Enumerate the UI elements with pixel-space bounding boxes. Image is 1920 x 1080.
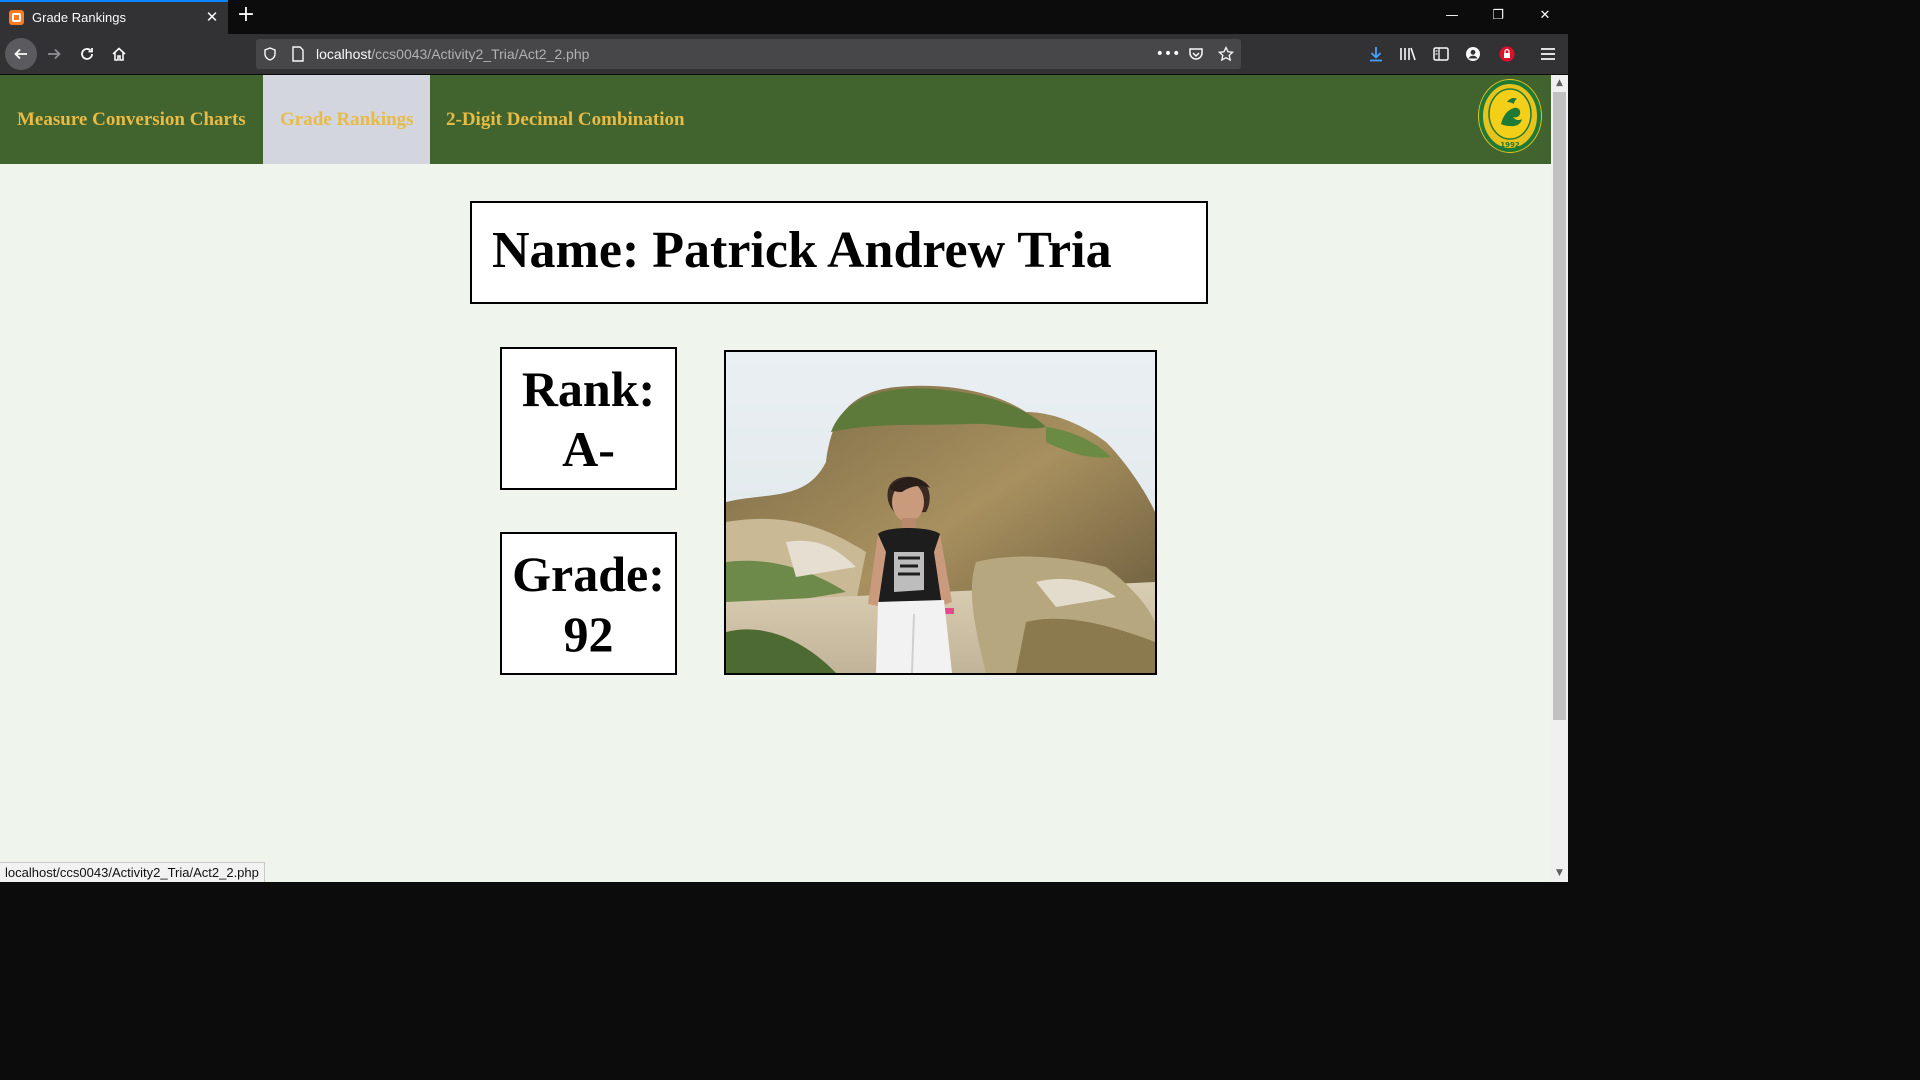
grade-card: Grade: 92 — [500, 532, 677, 675]
scroll-down-arrow-icon[interactable]: ▼ — [1551, 865, 1568, 882]
browser-toolbar: localhost/ccs0043/Activity2_Tria/Act2_2.… — [0, 34, 1568, 75]
rank-card: Rank: A- — [500, 347, 677, 490]
vertical-scrollbar[interactable]: ▲ ▼ — [1551, 75, 1568, 882]
window-close-button[interactable]: ✕ — [1535, 6, 1555, 26]
name-card: Name: Patrick Andrew Tria — [470, 201, 1208, 304]
link-status-bar: localhost/ccs0043/Activity2_Tria/Act2_2.… — [0, 862, 265, 882]
browser-tab[interactable]: Grade Rankings ✕ — [0, 0, 228, 34]
downloads-icon[interactable] — [1366, 44, 1386, 64]
scroll-up-arrow-icon[interactable]: ▲ — [1551, 75, 1568, 92]
nav-link-measure-conversion-charts[interactable]: Measure Conversion Charts — [0, 75, 263, 164]
url-text[interactable]: localhost/ccs0043/Activity2_Tria/Act2_2.… — [316, 46, 589, 62]
minimize-button[interactable]: — — [1442, 6, 1462, 26]
url-host: localhost — [316, 46, 372, 62]
library-icon[interactable] — [1398, 44, 1418, 64]
reload-button[interactable] — [72, 39, 102, 69]
rank-value: A- — [562, 420, 615, 477]
student-photo — [724, 350, 1157, 675]
arrow-left-icon — [14, 48, 27, 60]
menu-icon[interactable] — [1538, 44, 1558, 64]
new-tab-button[interactable]: + — [236, 4, 256, 26]
xampp-favicon-icon — [9, 10, 24, 25]
home-button[interactable] — [104, 39, 134, 69]
home-icon — [112, 47, 126, 61]
grade-value: 92 — [563, 605, 614, 662]
more-actions-icon[interactable]: ••• — [1156, 44, 1181, 64]
grade-label: Grade: — [512, 545, 665, 602]
student-name: Name: Patrick Andrew Tria — [492, 222, 1112, 279]
reload-icon — [81, 48, 93, 60]
bookmark-star-icon[interactable] — [1216, 44, 1236, 64]
tab-close-button[interactable]: ✕ — [203, 8, 221, 26]
pocket-icon[interactable] — [1186, 44, 1206, 64]
logo-year: 1992 — [1500, 141, 1520, 149]
school-seal-logo: 1992 — [1478, 79, 1542, 153]
browser-tab-strip: Grade Rankings ✕ + — ❐ ✕ — [0, 0, 1568, 34]
nav-link-2-digit-decimal-combination[interactable]: 2-Digit Decimal Combination — [429, 75, 702, 164]
forward-button[interactable] — [39, 39, 69, 69]
scrollbar-thumb[interactable] — [1553, 92, 1566, 720]
url-bar[interactable]: localhost/ccs0043/Activity2_Tria/Act2_2.… — [256, 39, 1241, 69]
account-icon[interactable] — [1463, 44, 1483, 64]
url-path: /ccs0043/Activity2_Tria/Act2_2.php — [371, 46, 590, 62]
student-photo-image — [726, 352, 1155, 673]
page-info-icon[interactable] — [288, 44, 308, 64]
tab-title: Grade Rankings — [32, 10, 126, 25]
nav-link-grade-rankings[interactable]: Grade Rankings — [263, 75, 430, 164]
back-button[interactable] — [5, 38, 37, 70]
shield-icon[interactable] — [260, 44, 280, 64]
extension-lock-icon[interactable] — [1497, 44, 1517, 64]
restore-button[interactable]: ❐ — [1488, 6, 1508, 26]
sidebar-icon[interactable] — [1431, 44, 1451, 64]
site-nav: Measure Conversion Charts Grade Rankings… — [0, 75, 1551, 164]
page-viewport: Measure Conversion Charts Grade Rankings… — [0, 75, 1551, 882]
rank-label: Rank: — [521, 360, 656, 417]
arrow-right-icon — [48, 48, 61, 60]
